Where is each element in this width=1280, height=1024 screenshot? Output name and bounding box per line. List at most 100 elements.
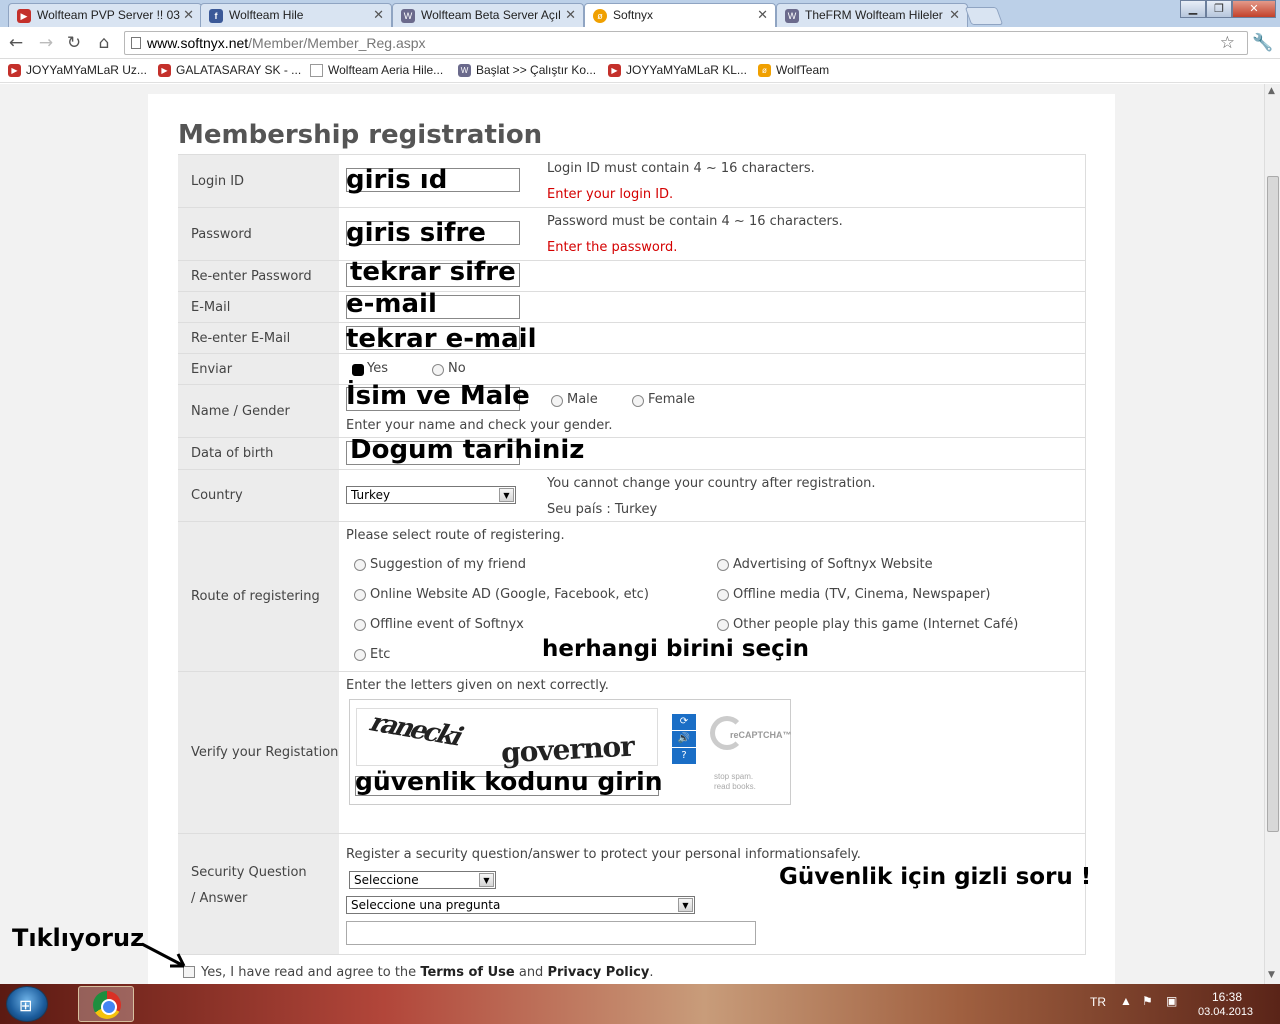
- maximize-icon[interactable]: ❐: [1206, 0, 1232, 18]
- enviar-yes-radio[interactable]: [352, 364, 364, 376]
- route-radio[interactable]: [717, 559, 729, 571]
- scroll-up-icon[interactable]: ▲: [1268, 86, 1275, 96]
- close-tab-icon[interactable]: ✕: [373, 4, 384, 26]
- browser-tab-active[interactable]: ø Softnyx ✕: [584, 3, 776, 27]
- gender-male-radio[interactable]: [551, 395, 563, 407]
- security-annotation: Güvenlik için gizli soru !: [779, 864, 1092, 890]
- clock-date[interactable]: 03.04.2013: [1198, 1006, 1253, 1018]
- privacy-policy-link[interactable]: Privacy Policy: [547, 965, 649, 980]
- bookmark-star-icon[interactable]: ☆: [1220, 32, 1235, 54]
- scroll-thumb[interactable]: [1267, 176, 1279, 832]
- gender-female-radio[interactable]: [632, 395, 644, 407]
- click-annotation: Tıklıyoruz: [12, 924, 145, 952]
- registration-card: Membership registration Login ID giris ı…: [148, 94, 1115, 984]
- enviar-yes-label: Yes: [367, 361, 388, 376]
- help-icon[interactable]: ?: [672, 748, 696, 764]
- arrow-icon: [141, 942, 186, 968]
- flag-icon[interactable]: ⚑: [1142, 994, 1153, 1008]
- bookmark-item[interactable]: Wolfteam Aeria Hile...: [310, 63, 443, 77]
- reload-icon[interactable]: ↻: [62, 31, 86, 55]
- window-controls: ▁ ❐ ✕: [1180, 0, 1276, 18]
- close-tab-icon[interactable]: ✕: [757, 4, 768, 26]
- browser-tab[interactable]: W Wolfteam Beta Server Açıl ✕: [392, 3, 584, 27]
- tab-title: Wolfteam Hile: [229, 8, 304, 22]
- start-button[interactable]: ⊞: [6, 986, 48, 1022]
- wrench-menu-icon[interactable]: 🔧: [1252, 31, 1274, 55]
- route-radio[interactable]: [354, 589, 366, 601]
- back-icon[interactable]: ←: [4, 31, 28, 55]
- minimize-icon[interactable]: ▁: [1180, 0, 1206, 18]
- bookmark-item[interactable]: ▶ JOYYaMYaMLaR KL...: [608, 63, 747, 77]
- url-path: /Member/Member_Reg.aspx: [248, 35, 426, 51]
- bookmark-item[interactable]: ▶ GALATASARAY SK - ...: [158, 63, 301, 77]
- tab-strip: ▶ Wolfteam PVP Server !! 03 ✕ f Wolfteam…: [0, 0, 1280, 27]
- security-answer-input[interactable]: [346, 921, 756, 945]
- close-tab-icon[interactable]: ✕: [183, 4, 194, 26]
- field-label: Password: [178, 208, 339, 260]
- wolfteam-icon: W: [401, 9, 415, 23]
- refresh-icon[interactable]: ⟳: [672, 714, 696, 730]
- route-radio[interactable]: [354, 649, 366, 661]
- route-option-label: Etc: [370, 647, 391, 662]
- security-question-select[interactable]: Seleccione una pregunta ▼: [346, 896, 695, 914]
- page-viewport: Membership registration Login ID giris ı…: [0, 84, 1264, 984]
- enviar-no-radio[interactable]: [432, 364, 444, 376]
- tab-title: Wolfteam Beta Server Açıl: [421, 8, 561, 22]
- route-radio[interactable]: [717, 619, 729, 631]
- language-indicator[interactable]: TR: [1090, 995, 1106, 1009]
- bookmark-item[interactable]: ▶ JOYYaMYaMLaR Uz...: [8, 63, 147, 77]
- country-selected: Turkey: [351, 488, 391, 502]
- security-type-select[interactable]: Seleccione ▼: [349, 871, 496, 889]
- field-label: Country: [178, 470, 339, 521]
- login-id-row: Login ID giris ıd Login ID must contain …: [178, 155, 1086, 208]
- route-annotation: herhangi birini seçin: [542, 636, 809, 662]
- new-tab-button[interactable]: [964, 7, 1004, 25]
- route-radio[interactable]: [717, 589, 729, 601]
- page-icon: [131, 37, 141, 49]
- browser-tab[interactable]: f Wolfteam Hile ✕: [200, 3, 392, 27]
- country-select[interactable]: Turkey ▼: [346, 486, 516, 504]
- address-bar[interactable]: www.softnyx.net/Member/Member_Reg.aspx ☆: [124, 31, 1248, 55]
- url-host: www.softnyx.net: [147, 35, 249, 51]
- email-annotation: e-mail: [346, 289, 437, 319]
- clock-time[interactable]: 16:38: [1212, 990, 1242, 1004]
- terms-of-use-link[interactable]: Terms of Use: [420, 965, 514, 980]
- field-label: Re-enter E-Mail: [178, 323, 339, 353]
- agree-and: and: [514, 965, 548, 980]
- field-label: Route of registering: [178, 522, 339, 671]
- country-hint: You cannot change your country after reg…: [547, 476, 876, 491]
- name-gender-hint: Enter your name and check your gender.: [346, 418, 613, 433]
- captcha-image: ranecki governor: [356, 708, 658, 769]
- security-row: Security Question / Answer Register a se…: [178, 834, 1091, 955]
- route-option-label: Online Website AD (Google, Facebook, etc…: [370, 587, 649, 602]
- route-option-label: Offline event of Softnyx: [370, 617, 524, 632]
- audio-icon[interactable]: 🔊: [672, 731, 696, 747]
- security-label-1: Security Question: [191, 865, 307, 880]
- field-label: Name / Gender: [178, 385, 339, 437]
- scroll-down-icon[interactable]: ▼: [1268, 970, 1275, 980]
- page-scrollbar[interactable]: ▲ ▼: [1264, 84, 1280, 984]
- window-close-icon[interactable]: ✕: [1232, 0, 1276, 18]
- close-tab-icon[interactable]: ✕: [949, 4, 960, 26]
- youtube-icon: ▶: [608, 64, 621, 77]
- route-radio[interactable]: [354, 619, 366, 631]
- youtube-icon: ▶: [17, 9, 31, 23]
- bookmark-item[interactable]: W Başlat >> Çalıştır Ko...: [458, 63, 596, 77]
- home-icon[interactable]: ⌂: [92, 31, 116, 55]
- route-radio[interactable]: [354, 559, 366, 571]
- bookmark-label: GALATASARAY SK - ...: [176, 63, 302, 77]
- bookmark-label: WolfTeam: [776, 63, 830, 77]
- taskbar-chrome-button[interactable]: [78, 986, 134, 1022]
- browser-tab[interactable]: ▶ Wolfteam PVP Server !! 03 ✕: [8, 3, 202, 27]
- page-title: Membership registration: [178, 120, 543, 150]
- tray-expand-icon[interactable]: ▲: [1120, 994, 1132, 1008]
- network-icon[interactable]: ▣: [1166, 994, 1177, 1008]
- browser-tab[interactable]: W TheFRM Wolfteam Hileler ✕: [776, 3, 968, 27]
- forward-icon[interactable]: →: [34, 31, 58, 55]
- softnyx-icon: ø: [758, 64, 771, 77]
- captcha-annotation: güvenlik kodunu girin: [355, 767, 663, 796]
- name-annotation: İsim ve Male: [346, 381, 530, 411]
- close-tab-icon[interactable]: ✕: [565, 4, 576, 26]
- bookmark-item[interactable]: ø WolfTeam: [758, 63, 829, 77]
- birth-row: Data of birth Dogum tarihiniz: [178, 435, 1086, 470]
